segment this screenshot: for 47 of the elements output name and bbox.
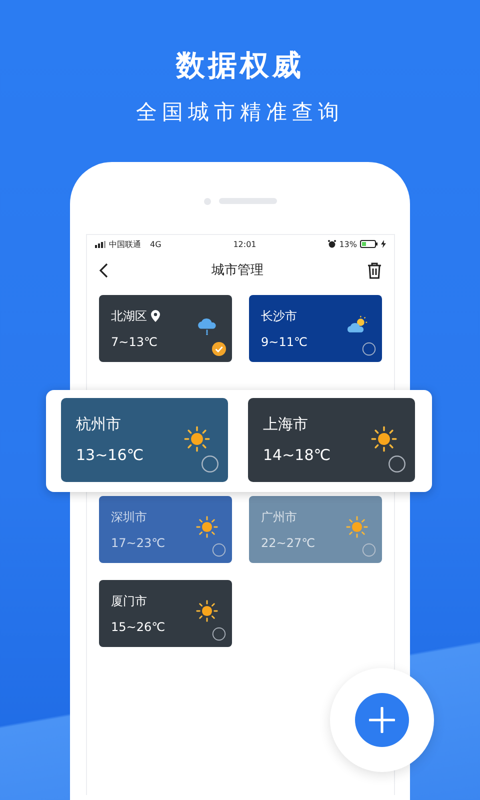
city-card[interactable]: 上海市 14~18℃: [248, 398, 415, 482]
battery-percent: 13%: [339, 240, 357, 248]
speaker-slot: [219, 198, 277, 204]
subheadline: 全国城市精准查询: [136, 99, 344, 126]
sun-icon: [196, 516, 218, 538]
temperature-range: 22~27℃: [261, 536, 316, 550]
radio-circle-icon[interactable]: [362, 342, 376, 356]
sun-icon: [371, 426, 397, 452]
page-title: 城市管理: [212, 262, 264, 279]
temperature-range: 13~16℃: [76, 446, 144, 464]
carrier-name: 中国联通: [109, 238, 141, 250]
city-card[interactable]: 长沙市 9~11℃: [249, 295, 382, 362]
network-type: 4G: [150, 240, 162, 248]
plus-icon: [369, 707, 395, 733]
radio-circle-icon[interactable]: [201, 455, 219, 473]
battery-icon: [360, 240, 378, 248]
city-name: 厦门市: [111, 592, 147, 610]
camera-dot: [204, 198, 211, 204]
sun-icon: [184, 426, 210, 452]
check-circle-icon[interactable]: [212, 342, 226, 356]
signal-icon: [95, 240, 106, 248]
temperature-range: 9~11℃: [261, 335, 308, 349]
city-name: 广州市: [261, 508, 297, 526]
city-name: 上海市: [263, 414, 308, 434]
city-card[interactable]: 深圳市 17~23℃: [99, 496, 232, 563]
radio-circle-icon[interactable]: [362, 543, 376, 557]
city-card[interactable]: 北湖区 7~13℃: [99, 295, 232, 362]
city-name: 长沙市: [261, 308, 297, 324]
temperature-range: 14~18℃: [263, 446, 331, 464]
radio-circle-icon[interactable]: [212, 543, 226, 557]
city-name: 杭州市: [76, 414, 121, 434]
clock-time: 12:01: [232, 240, 258, 248]
temperature-range: 7~13℃: [111, 335, 158, 349]
sun-icon: [196, 600, 218, 622]
sun-icon: [346, 516, 368, 538]
city-card[interactable]: 厦门市 15~26℃: [99, 580, 232, 647]
charging-bolt-icon: [381, 240, 386, 248]
city-name: 深圳市: [111, 508, 147, 526]
headline: 数据权威: [176, 47, 304, 84]
temperature-range: 15~26℃: [111, 620, 166, 634]
trash-icon[interactable]: [367, 262, 382, 278]
alarm-clock-icon: [328, 240, 336, 248]
radio-circle-icon[interactable]: [388, 455, 406, 473]
city-card[interactable]: 杭州市 13~16℃: [61, 398, 228, 482]
city-name: 北湖区: [111, 308, 147, 324]
radio-circle-icon[interactable]: [212, 627, 226, 641]
temperature-range: 17~23℃: [111, 536, 166, 550]
